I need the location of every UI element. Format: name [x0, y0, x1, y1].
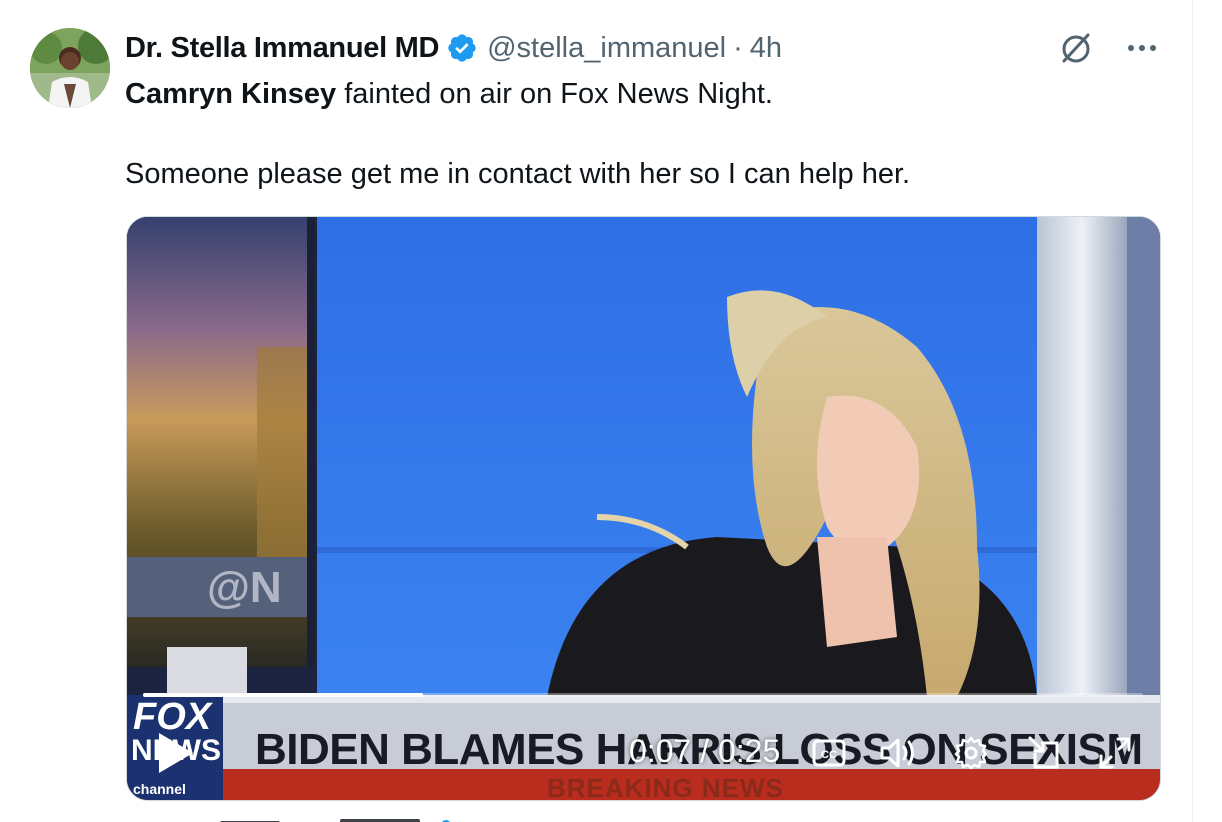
play-icon[interactable] — [155, 731, 195, 775]
author-name[interactable]: Dr. Stella Immanuel MD — [125, 32, 439, 65]
video-frame: @N — [127, 217, 1160, 800]
pop-out-icon[interactable] — [1025, 733, 1065, 773]
video-progress-fill — [143, 693, 423, 697]
tweet-text-line-1: Camryn Kinsey fainted on air on Fox News… — [125, 74, 1145, 114]
background-screen-text: @N — [207, 563, 282, 612]
svg-text:CC: CC — [821, 749, 837, 761]
more-icon[interactable] — [1122, 30, 1162, 66]
verified-badge-icon — [446, 32, 478, 64]
mentioned-name: Camryn Kinsey — [125, 78, 337, 110]
tweet-text: Camryn Kinsey fainted on air on Fox News… — [125, 74, 1145, 194]
grok-icon[interactable] — [1056, 30, 1096, 66]
time-separator: / — [691, 733, 718, 769]
header-separator: · — [733, 31, 743, 64]
video-controls: 0:07 / 0:25 CC — [127, 717, 1160, 787]
post-time[interactable]: 4h — [750, 32, 782, 65]
timeline-divider — [1192, 0, 1193, 822]
video-player[interactable]: @N BIDEN BLAMES HARRIS LOSS ON SEXISM BR… — [126, 216, 1161, 801]
duration: 0:25 — [717, 733, 781, 769]
tweet-text-line-1-rest: fainted on air on Fox News Night. — [336, 78, 773, 110]
elapsed-time: 0:07 — [629, 733, 692, 769]
captions-icon[interactable]: CC — [809, 733, 849, 773]
avatar[interactable] — [30, 28, 110, 108]
video-progress-bar[interactable] — [143, 693, 1143, 697]
tweet-header: Dr. Stella Immanuel MD @stella_immanuel … — [125, 28, 782, 68]
author-handle[interactable]: @stella_immanuel — [487, 32, 726, 65]
tweet-text-line-2: Someone please get me in contact with he… — [125, 158, 911, 190]
fullscreen-icon[interactable] — [1095, 733, 1135, 773]
volume-icon[interactable] — [879, 733, 919, 773]
tweet-top-actions — [1056, 30, 1162, 66]
next-tweet-partial — [220, 814, 480, 822]
video-time: 0:07 / 0:25 — [629, 733, 780, 770]
settings-icon[interactable] — [951, 733, 991, 773]
